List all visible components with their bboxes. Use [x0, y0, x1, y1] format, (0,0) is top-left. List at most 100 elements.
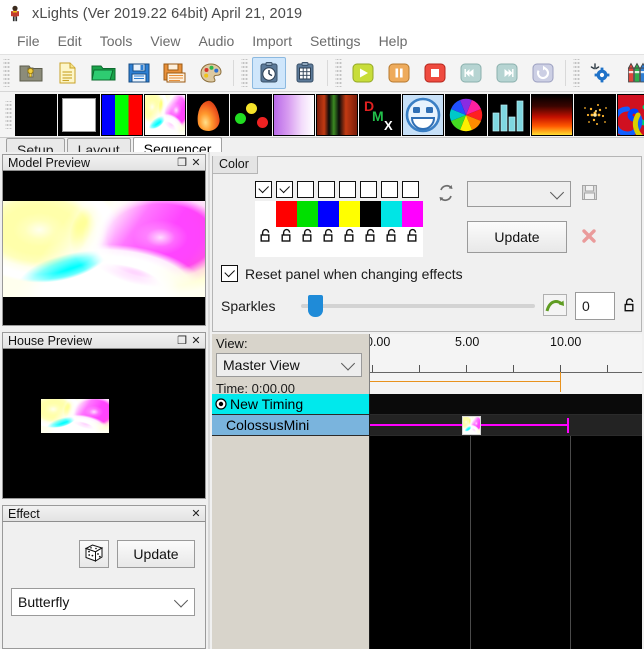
- model-preview-body[interactable]: [2, 171, 206, 326]
- effect-on[interactable]: [58, 93, 100, 136]
- sequence-elements-clock-icon[interactable]: [252, 57, 286, 89]
- save-as-sequence-icon[interactable]: [158, 57, 192, 89]
- toolbar-grip[interactable]: [3, 59, 10, 87]
- color-checkbox-8[interactable]: [402, 181, 419, 198]
- reset-panel-checkbox[interactable]: [221, 265, 238, 282]
- stop-icon[interactable]: [418, 57, 452, 89]
- menu-edit[interactable]: Edit: [49, 31, 91, 51]
- effect-fire[interactable]: [531, 93, 573, 136]
- color-swatch-7[interactable]: [381, 201, 402, 227]
- effect-dmx[interactable]: D M X: [359, 93, 401, 136]
- grid-view-icon[interactable]: [288, 57, 322, 89]
- model-preview-close-icon[interactable]: ✕: [189, 156, 203, 170]
- delete-palette-icon[interactable]: [579, 226, 599, 249]
- color-swatch-8[interactable]: [402, 201, 423, 227]
- effect-circles[interactable]: [230, 93, 272, 136]
- new-sequence-icon[interactable]: [50, 57, 84, 89]
- palette-select[interactable]: [467, 181, 571, 207]
- model-grid-row[interactable]: [370, 415, 642, 436]
- house-preview-float-icon[interactable]: ❐: [175, 334, 189, 348]
- menu-audio[interactable]: Audio: [189, 31, 243, 51]
- sparkles-unlock-icon[interactable]: [623, 297, 637, 316]
- color-swatch-5[interactable]: [339, 201, 360, 227]
- menu-file[interactable]: File: [8, 31, 49, 51]
- effect-bars[interactable]: [101, 93, 143, 136]
- model-preview-float-icon[interactable]: ❐: [175, 156, 189, 170]
- color-update-button[interactable]: Update: [467, 221, 567, 253]
- sparkles-value-input[interactable]: 0: [575, 292, 615, 320]
- color-checkbox-3[interactable]: [297, 181, 314, 198]
- house-preview-body[interactable]: [2, 349, 206, 499]
- timing-target-icon[interactable]: [215, 398, 227, 410]
- color-lock-5[interactable]: [339, 227, 360, 257]
- effect-spirals[interactable]: [617, 93, 644, 136]
- value-curve-icon[interactable]: [543, 293, 567, 319]
- effect-candle[interactable]: [187, 93, 229, 136]
- color-checkbox-2[interactable]: [276, 181, 293, 198]
- color-checkbox-7[interactable]: [381, 181, 398, 198]
- color-lock-2[interactable]: [276, 227, 297, 257]
- color-crayons-icon[interactable]: [620, 57, 644, 89]
- effect-grid[interactable]: [370, 394, 642, 649]
- effect-pinwheel[interactable]: [445, 93, 487, 136]
- color-swatch-6[interactable]: [360, 201, 381, 227]
- randomize-effect-button[interactable]: [79, 540, 109, 568]
- effect-butterfly-thumbnail[interactable]: [462, 416, 481, 435]
- pause-icon[interactable]: [382, 57, 416, 89]
- open-sequence-icon[interactable]: [86, 57, 120, 89]
- color-lock-7[interactable]: [381, 227, 402, 257]
- color-swatch-1[interactable]: [255, 201, 276, 227]
- shuffle-colors-button[interactable]: [435, 182, 457, 207]
- effect-curtain[interactable]: [316, 93, 358, 136]
- sparkles-slider[interactable]: [301, 295, 535, 317]
- menu-settings[interactable]: Settings: [301, 31, 370, 51]
- toolbar-grip-2[interactable]: [241, 59, 248, 87]
- color-lock-3[interactable]: [297, 227, 318, 257]
- model-preview-canvas[interactable]: [3, 171, 205, 325]
- setup-gear-sparkle-icon[interactable]: [584, 57, 618, 89]
- color-lock-8[interactable]: [402, 227, 423, 257]
- play-icon[interactable]: [346, 57, 380, 89]
- effect-end-marker[interactable]: [567, 418, 569, 433]
- effect-color-wash[interactable]: [273, 93, 315, 136]
- menu-help[interactable]: Help: [370, 31, 417, 51]
- color-swatch-4[interactable]: [318, 201, 339, 227]
- color-checkbox-4[interactable]: [318, 181, 335, 198]
- playback-position-marker[interactable]: [560, 372, 561, 392]
- fast-forward-icon[interactable]: [490, 57, 524, 89]
- menu-import[interactable]: Import: [243, 31, 301, 51]
- timing-row-new-timing[interactable]: New Timing: [212, 394, 369, 415]
- house-preview-canvas[interactable]: [3, 349, 205, 498]
- effect-faces[interactable]: [402, 93, 444, 136]
- effect-update-button[interactable]: Update: [117, 540, 195, 568]
- menu-view[interactable]: View: [141, 31, 189, 51]
- house-preview-close-icon[interactable]: ✕: [189, 334, 203, 348]
- color-lock-4[interactable]: [318, 227, 339, 257]
- grid-empty-area[interactable]: [370, 436, 642, 649]
- view-select[interactable]: Master View: [216, 353, 362, 377]
- color-checkbox-6[interactable]: [360, 181, 377, 198]
- color-swatch-2[interactable]: [276, 201, 297, 227]
- timing-grid-row[interactable]: [370, 394, 642, 415]
- effect-vu-meter[interactable]: [488, 93, 530, 136]
- effects-strip-grip[interactable]: [5, 100, 12, 129]
- color-checkbox-5[interactable]: [339, 181, 356, 198]
- effect-type-select[interactable]: Butterfly: [11, 588, 195, 616]
- replay-section-icon[interactable]: [526, 57, 560, 89]
- rewind-icon[interactable]: [454, 57, 488, 89]
- render-all-palette-icon[interactable]: [194, 57, 228, 89]
- menu-tools[interactable]: Tools: [91, 31, 142, 51]
- color-lock-1[interactable]: [255, 227, 276, 257]
- color-checkbox-1[interactable]: [255, 181, 272, 198]
- toolbar-grip-4[interactable]: [573, 59, 580, 87]
- open-show-folder-icon[interactable]: [14, 57, 48, 89]
- save-palette-icon[interactable]: [580, 183, 599, 205]
- color-lock-6[interactable]: [360, 227, 381, 257]
- toolbar-grip-3[interactable]: [335, 59, 342, 87]
- sparkles-slider-thumb[interactable]: [308, 295, 324, 317]
- effect-fireworks[interactable]: [574, 93, 616, 136]
- timeline-ruler[interactable]: 0.00 5.00 10.00: [370, 334, 642, 394]
- save-sequence-icon[interactable]: [122, 57, 156, 89]
- model-row-colossusmini[interactable]: ColossusMini: [212, 415, 369, 436]
- effect-panel-close-icon[interactable]: ✕: [189, 507, 203, 521]
